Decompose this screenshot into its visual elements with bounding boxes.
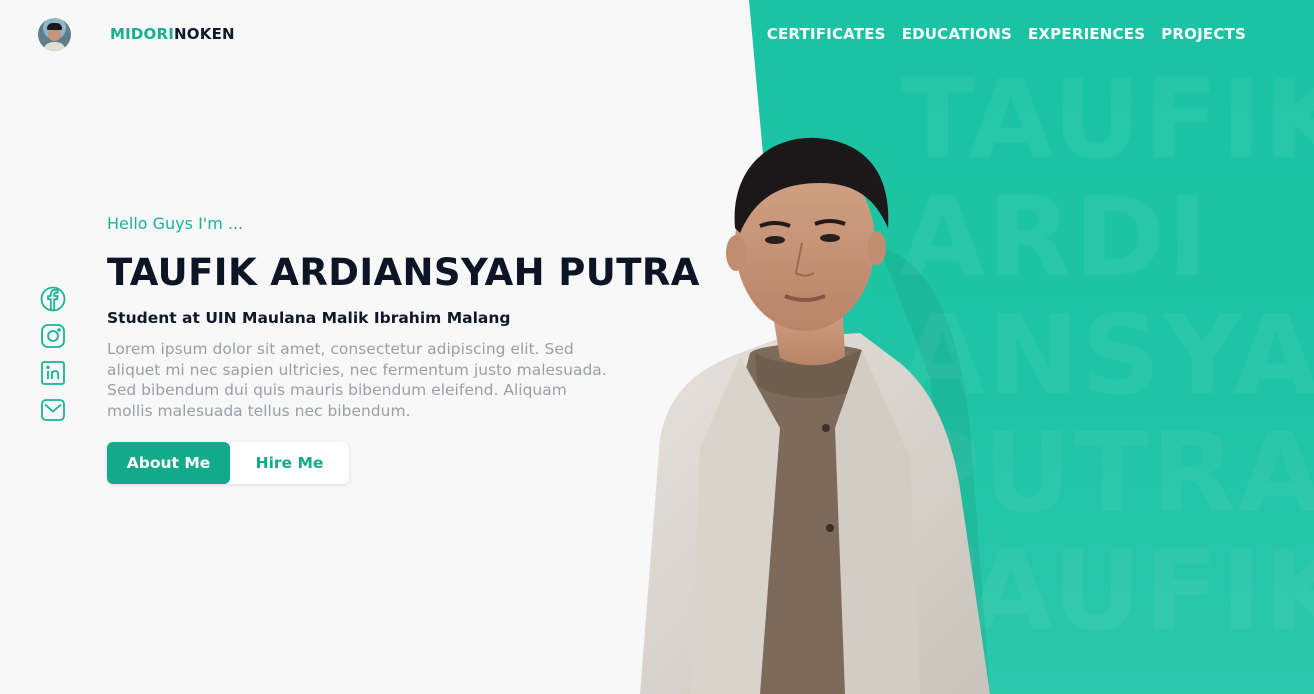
instagram-icon[interactable] bbox=[40, 323, 66, 349]
nav-link-experiences[interactable]: EXPERIENCES bbox=[1028, 25, 1145, 43]
hero-button-group: About Me Hire Me bbox=[107, 442, 349, 484]
top-navigation: CERTIFICATES EDUCATIONS EXPERIENCES PROJ… bbox=[767, 25, 1246, 43]
avatar[interactable] bbox=[38, 18, 71, 51]
hire-me-button[interactable]: Hire Me bbox=[230, 442, 349, 484]
hero-name: TAUFIK ARDIANSYAH PUTRA bbox=[107, 251, 700, 294]
linkedin-icon[interactable] bbox=[40, 360, 66, 386]
nav-link-projects[interactable]: PROJECTS bbox=[1161, 25, 1246, 43]
facebook-icon[interactable] bbox=[40, 286, 66, 312]
hero-section: Hello Guys I'm ... TAUFIK ARDIANSYAH PUT… bbox=[107, 214, 700, 484]
site-logo[interactable]: MIDORINOKEN bbox=[110, 25, 235, 43]
nav-link-educations[interactable]: EDUCATIONS bbox=[902, 25, 1012, 43]
mail-icon[interactable] bbox=[40, 397, 66, 423]
logo-part-2: NOKEN bbox=[174, 25, 235, 43]
profile-photo bbox=[640, 137, 990, 694]
about-me-button[interactable]: About Me bbox=[107, 442, 230, 484]
hero-subtitle: Student at UIN Maulana Malik Ibrahim Mal… bbox=[107, 309, 511, 327]
hero-description: Lorem ipsum dolor sit amet, consectetur … bbox=[107, 340, 607, 420]
logo-part-1: MIDORI bbox=[110, 25, 175, 43]
nav-link-certificates[interactable]: CERTIFICATES bbox=[767, 25, 886, 43]
greeting-text: Hello Guys I'm ... bbox=[107, 214, 244, 233]
social-links bbox=[40, 286, 66, 423]
